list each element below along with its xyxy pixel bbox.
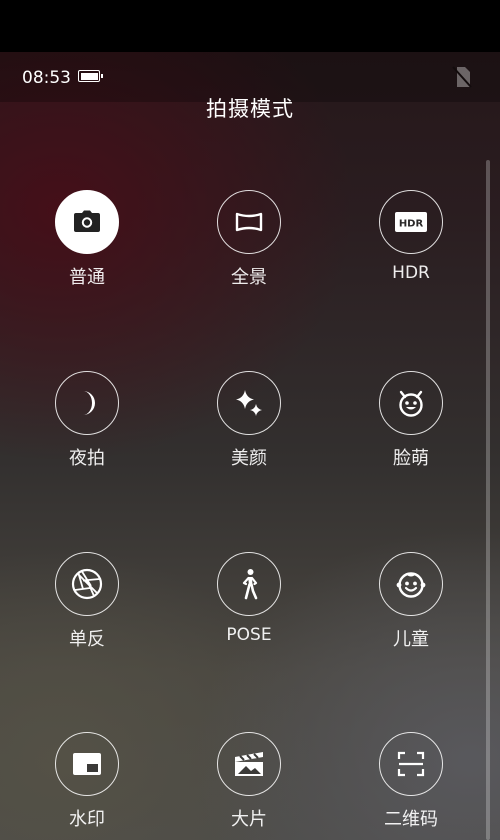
cute-face-icon [399,390,423,417]
mode-label: HDR [392,263,430,283]
mode-dslr[interactable]: 单反 [27,552,147,651]
mode-panorama-circle[interactable] [217,190,281,254]
mode-kids[interactable]: 儿童 [351,552,471,651]
mode-pose-circle[interactable] [217,552,281,616]
mode-label: 夜拍 [69,448,105,469]
mode-cute-face-circle[interactable] [379,371,443,435]
mode-label: 单反 [69,629,105,650]
mode-watermark-circle[interactable] [55,732,119,796]
mode-label: 大片 [231,809,267,830]
mode-beauty-circle[interactable] [217,371,281,435]
page-title: 拍摄模式 [206,97,294,121]
mode-watermark[interactable]: 水印 [27,732,147,831]
mode-kids-circle[interactable] [379,552,443,616]
clapperboard-icon [235,752,263,776]
aperture-icon [71,568,103,600]
mode-label: 儿童 [393,629,429,650]
panorama-icon [235,212,263,232]
camera-icon [74,210,100,232]
mode-label: POSE [226,625,272,645]
hdr-badge-text: HDR [399,219,424,230]
mode-beauty[interactable]: 美颜 [189,371,309,470]
mode-cute-face[interactable]: 脸萌 [351,371,471,470]
mode-label: 二维码 [384,809,438,830]
no-sim-icon [452,66,472,88]
watermark-icon [73,753,101,775]
mode-dslr-circle[interactable] [55,552,119,616]
mode-label: 普通 [69,267,105,288]
moon-icon [83,391,95,415]
hdr-icon: HDR [395,212,427,232]
mode-night-circle[interactable] [55,371,119,435]
mode-normal[interactable]: 普通 [27,190,147,289]
baby-face-icon [396,572,426,598]
sparkle-icon [236,390,262,416]
status-time: 08:53 [22,68,71,88]
mode-qr-code[interactable]: 二维码 [351,732,471,831]
qr-scan-icon [397,751,425,777]
walking-person-icon [242,569,258,600]
mode-hdr-circle[interactable]: HDR [379,190,443,254]
mode-night[interactable]: 夜拍 [27,371,147,470]
camera-mode-screen: 08:53 拍摄模式 普通 全景 HDR HDR 夜拍 美颜 脸萌 单反 POS… [0,0,500,840]
top-black-bar [0,0,500,52]
mode-label: 脸萌 [393,448,429,469]
mode-label: 水印 [69,809,105,830]
mode-qr-code-circle[interactable] [379,732,443,796]
mode-hdr[interactable]: HDR HDR [351,190,471,283]
battery-icon [78,70,103,82]
scrollbar[interactable] [486,160,490,840]
mode-label: 美颜 [231,448,267,469]
mode-label: 全景 [231,267,267,288]
mode-panorama[interactable]: 全景 [189,190,309,289]
mode-blockbuster[interactable]: 大片 [189,732,309,831]
mode-normal-circle[interactable] [55,190,119,254]
mode-pose[interactable]: POSE [189,552,309,645]
mode-blockbuster-circle[interactable] [217,732,281,796]
